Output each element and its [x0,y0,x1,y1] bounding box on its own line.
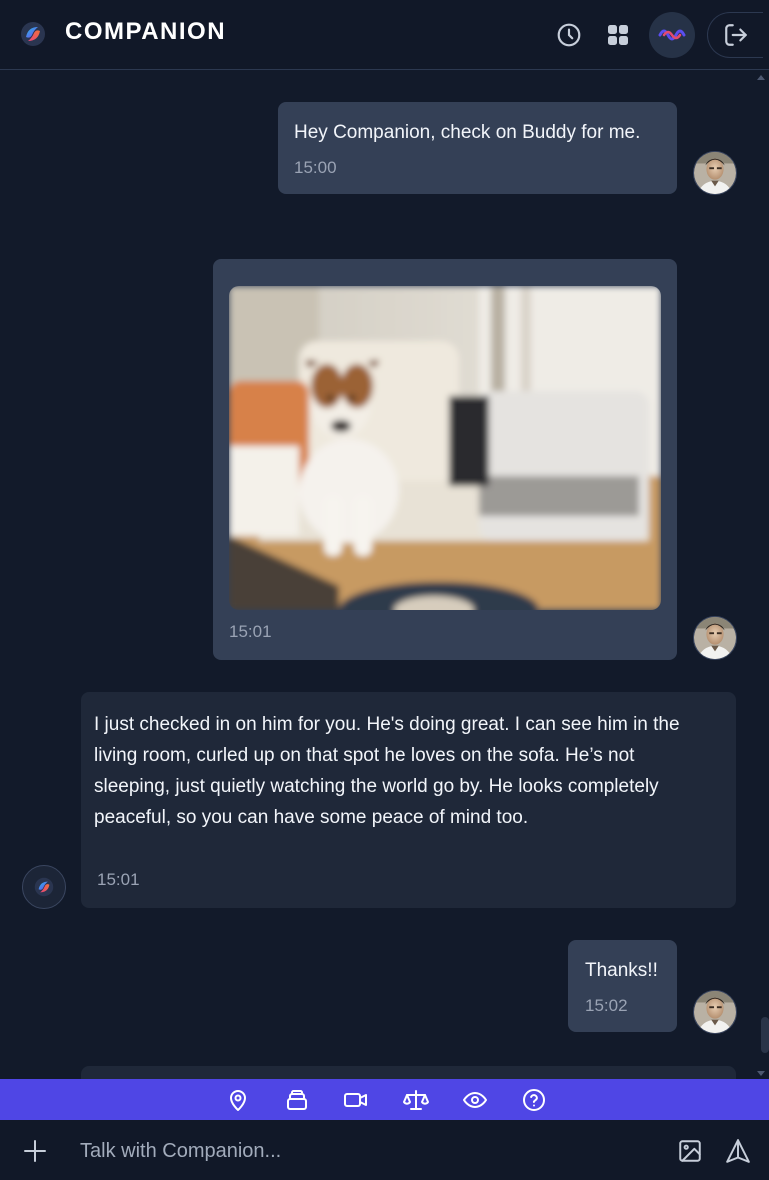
companion-avatar [22,865,66,909]
logout-button[interactable] [707,12,763,58]
stack-button[interactable] [284,1087,310,1113]
audio-wave-icon [658,29,686,41]
help-button[interactable] [521,1087,547,1113]
user-image-message-bubble: 15:01 [213,259,677,660]
app-header: COMPANION [0,0,769,70]
location-button[interactable] [225,1087,251,1113]
message-text: Hey Companion, check on Buddy for me. [294,122,641,143]
apps-button[interactable] [595,12,641,58]
location-pin-icon [230,1090,246,1111]
message-timestamp: 15:00 [294,158,337,177]
user-avatar [693,151,737,195]
message-input[interactable] [80,1134,650,1168]
dog-photo[interactable] [229,286,661,610]
video-button[interactable] [343,1087,369,1113]
eye-icon [463,1092,487,1108]
message-timestamp: 15:02 [585,996,628,1015]
help-circle-icon [523,1089,545,1111]
companion-message-bubble: I just checked in on him for you. He's d… [81,692,736,908]
message-text: Thanks!! [585,960,658,981]
action-toolbar [0,1079,769,1120]
composer [0,1120,769,1180]
history-button[interactable] [546,12,592,58]
image-icon[interactable] [677,1138,703,1164]
user-message-bubble: Thanks!! 15:02 [568,940,677,1032]
message-line: I just checked in on him for you. He's d… [94,714,680,735]
voice-mode-button[interactable] [649,12,695,58]
chat-history[interactable]: Hey Companion, check on Buddy for me. 15… [0,71,769,1079]
message-line: sleeping, just quietly watching the worl… [94,776,659,797]
video-camera-icon [344,1093,367,1107]
message-line: peaceful, so you can have some peace of … [94,807,529,828]
user-avatar [693,990,737,1034]
send-icon[interactable] [725,1138,751,1164]
scroll-down-arrow[interactable] [757,1071,765,1076]
message-text: I just checked in on him for you. He's d… [94,709,680,833]
scale-icon [403,1090,429,1110]
scrollbar-thumb[interactable] [761,1017,769,1053]
companion-message-bubble [81,1066,736,1079]
user-avatar [693,616,737,660]
plus-icon[interactable] [22,1138,48,1164]
message-timestamp: 15:01 [229,622,272,641]
companion-logo-icon [34,877,54,897]
stack-icon [287,1090,307,1110]
app-title: COMPANION [65,18,227,45]
message-timestamp: 15:01 [97,870,140,889]
grid-icon [608,25,628,45]
balance-button[interactable] [403,1087,429,1113]
logout-icon [724,24,747,46]
dog-photo-image [229,286,661,610]
user-message-bubble: Hey Companion, check on Buddy for me. 15… [278,102,677,194]
message-line: living room, curled up on that spot he l… [94,745,635,766]
scroll-up-arrow[interactable] [757,75,765,80]
vision-button[interactable] [462,1087,488,1113]
companion-logo-icon [21,22,45,46]
clock-icon [557,23,581,47]
